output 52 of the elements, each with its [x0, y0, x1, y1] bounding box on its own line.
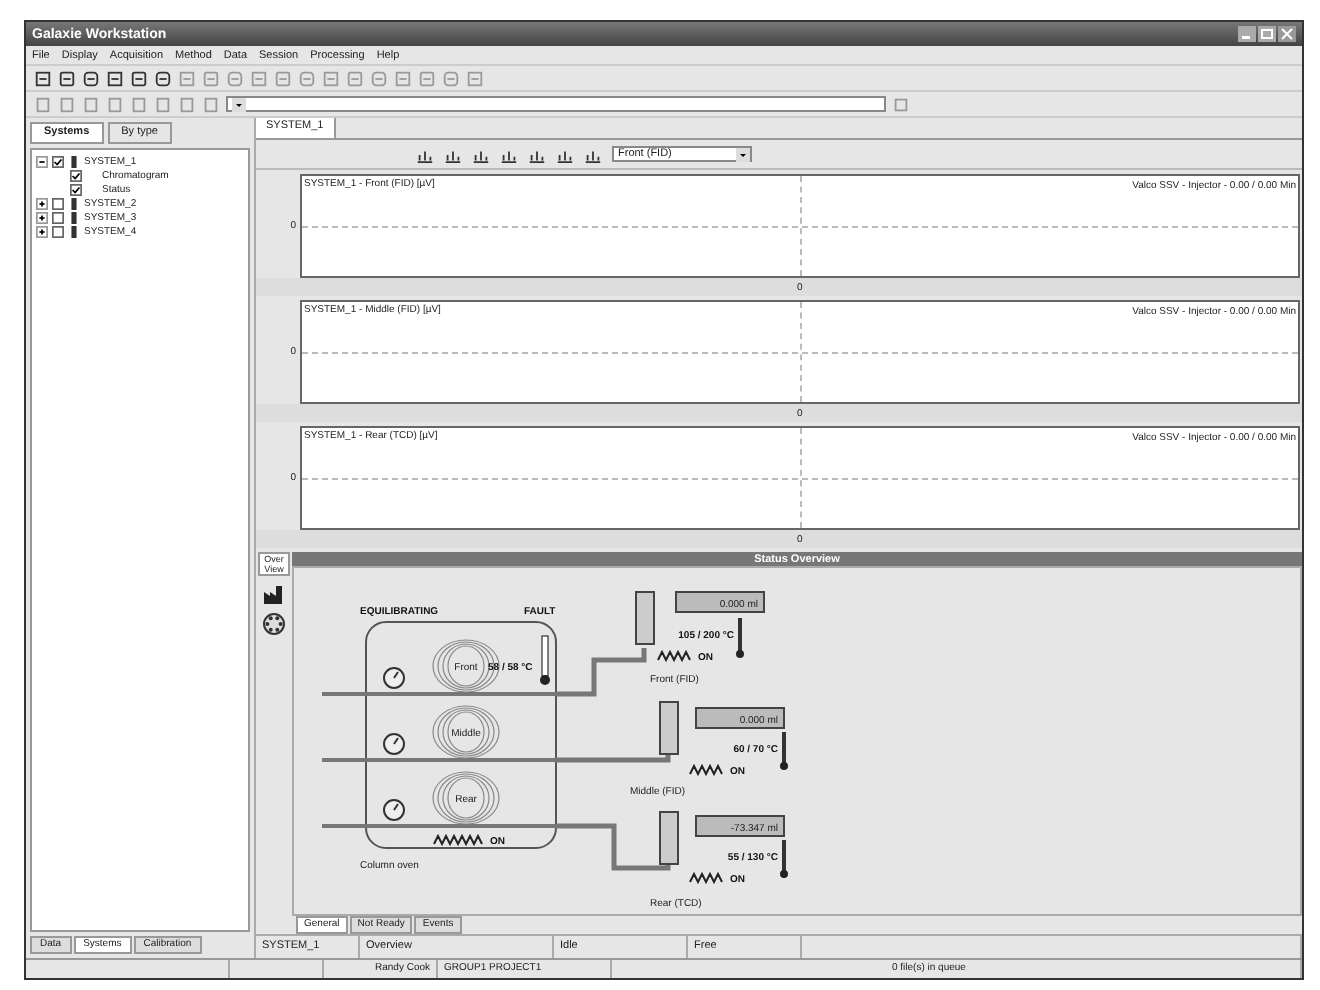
heater-coil-icon	[689, 871, 723, 885]
toolbar-icon[interactable]	[584, 145, 602, 163]
thermometer-icon	[780, 840, 788, 878]
factory-icon[interactable]	[262, 582, 286, 606]
toolbar-icon[interactable]	[34, 69, 52, 87]
toolbar-combo[interactable]	[226, 96, 886, 112]
minimize-icon[interactable]	[1238, 26, 1256, 42]
heater-coil-icon	[689, 763, 723, 777]
heater-coil-icon	[433, 833, 483, 847]
thermometer-icon	[780, 732, 788, 770]
checkbox[interactable]	[70, 169, 82, 181]
gauge-icon	[383, 733, 405, 755]
toolbar-icon[interactable]	[416, 145, 434, 163]
toolbar-icon[interactable]	[472, 145, 490, 163]
heater-coil-icon	[657, 649, 691, 663]
gauge-icon	[383, 799, 405, 821]
detector-drawing	[635, 591, 655, 645]
toolbar-icon[interactable]	[500, 145, 518, 163]
checkbox[interactable]	[52, 155, 64, 167]
checkbox[interactable]	[52, 197, 64, 209]
thermometer-icon	[736, 618, 744, 658]
expander-icon[interactable]	[36, 225, 48, 237]
maximize-icon[interactable]	[1258, 26, 1276, 42]
thermometer-icon	[540, 635, 550, 685]
checkbox[interactable]	[52, 211, 64, 223]
toolbar-icon[interactable]	[444, 145, 462, 163]
volume-display	[695, 707, 785, 729]
toolbar-icon[interactable]	[528, 145, 546, 163]
expander-icon[interactable]	[36, 155, 48, 167]
toolbar-icon[interactable]	[58, 69, 76, 87]
toolbar-icon[interactable]	[154, 69, 172, 87]
dropdown-arrow-icon	[736, 147, 750, 161]
dropdown-arrow-icon	[232, 97, 246, 111]
expander-icon[interactable]	[36, 211, 48, 223]
checkbox[interactable]	[70, 183, 82, 195]
expander-icon[interactable]	[36, 197, 48, 209]
carousel-icon[interactable]	[262, 612, 286, 636]
detector-drawing	[659, 811, 679, 865]
system-icon	[68, 155, 80, 167]
gauge-icon	[383, 667, 405, 689]
volume-display	[675, 591, 765, 613]
toolbar-icon[interactable]	[82, 69, 100, 87]
toolbar-icon[interactable]	[130, 69, 148, 87]
toolbar-icon[interactable]	[106, 69, 124, 87]
column-coil-drawing	[432, 639, 500, 693]
column-coil-drawing	[432, 705, 500, 759]
close-icon[interactable]	[1278, 26, 1296, 42]
column-coil-drawing	[432, 771, 500, 825]
detector-drawing	[659, 701, 679, 755]
toolbar-icon[interactable]	[556, 145, 574, 163]
checkbox[interactable]	[52, 225, 64, 237]
volume-display	[695, 815, 785, 837]
